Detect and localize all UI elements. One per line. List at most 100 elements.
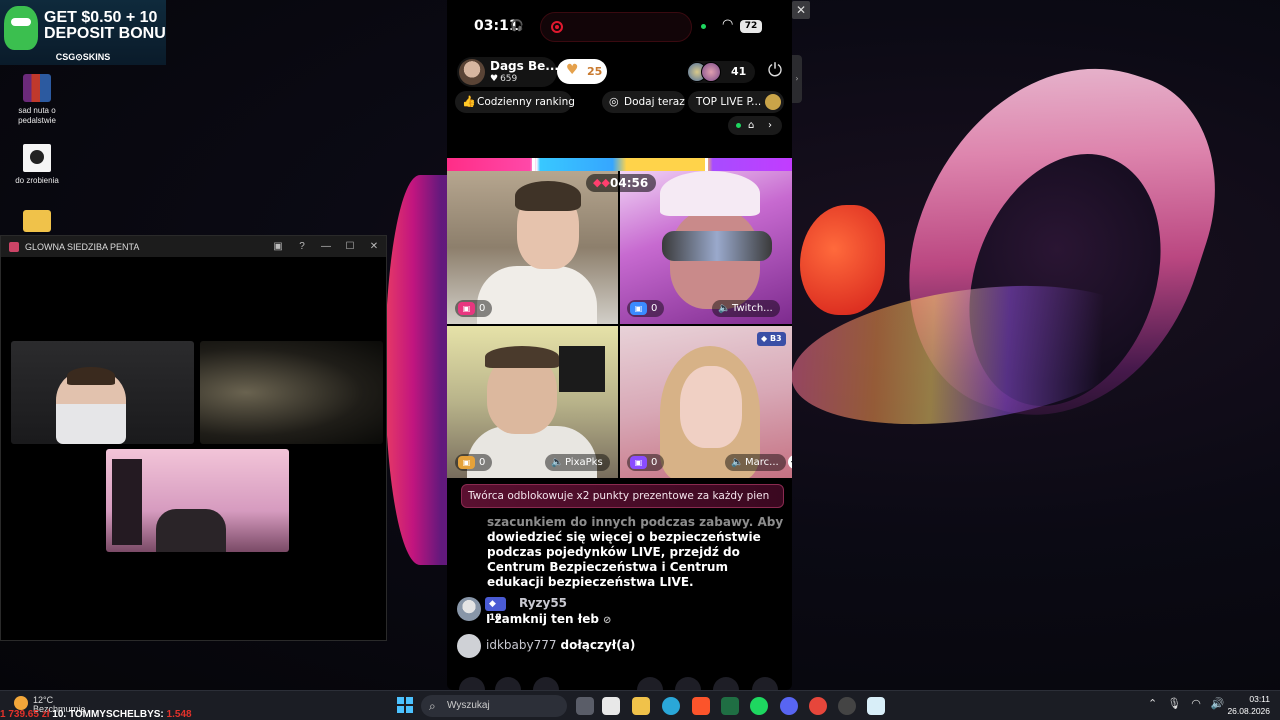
ticker-amount: 1 739.65 zł [0,709,50,720]
host-profile[interactable]: Dags Be... ♥ 659 [457,57,559,87]
mirror-side-handle[interactable]: › [792,55,802,103]
video-tile[interactable] [106,449,289,552]
start-button[interactable] [397,697,413,713]
avatar [457,597,481,621]
safety-notice: szacunkiem do innych podczas zabawy. Aby… [487,515,787,590]
spotify-icon[interactable] [750,697,768,715]
top-live-chip[interactable]: TOP LIVE P... [688,91,784,113]
toolbar-icon[interactable] [637,677,663,690]
desktop: GET $0.50 + 10 DEPOSIT BONU CSG⊙SKINS sa… [0,0,1280,690]
microphone-icon[interactable]: 🎙 [1167,698,1181,710]
excel-icon[interactable] [721,697,739,715]
gift-counter[interactable]: ▣ 0 [455,454,493,471]
participant-name: PixaPks [565,457,603,468]
edge-icon[interactable] [662,697,680,715]
participant-name: Twitch... [732,303,773,314]
gift-counter[interactable]: ▣ 0 [627,454,665,471]
follow-count: 25 [587,65,603,78]
power-icon[interactable]: ⏻ [765,61,785,81]
ad-banner[interactable]: GET $0.50 + 10 DEPOSIT BONU CSG⊙SKINS [0,0,166,65]
chrome-icon[interactable] [809,697,827,715]
taskbar: 12°C Bezchmurnie 1 739.65 zł 10. TOMMYSC… [0,690,1280,720]
gift-count: 0 [479,303,486,314]
more-options-pill[interactable]: ⌂ › [728,116,782,135]
clock-time: 03:11 [1249,694,1270,704]
system-tray[interactable]: ⌃ 🎙 ◠ 🔊 [1148,697,1235,710]
gift-counter[interactable]: ▣ 0 [455,300,493,317]
popout-icon[interactable]: ▣ [266,241,290,252]
speaker-icon: 🔈 [731,457,744,468]
gift-count: 0 [651,303,658,314]
status-bar: 03:11 🎧 ◠ 72 [447,12,792,42]
folder-icon [23,210,51,232]
video-tile[interactable] [11,341,194,444]
toolbar-icon[interactable] [533,677,559,690]
app-icon[interactable] [867,697,885,715]
heart-icon: ♥ [566,62,579,78]
eye-off-icon[interactable]: ⊘ [603,615,611,626]
maximize-button[interactable]: ☐ [338,241,362,252]
avatar [701,62,721,82]
phone-mirror: 03:11 🎧 ◠ 72 Dags Be... ♥ 659 ♥ 25 41 ⏻ 👍… [447,0,792,690]
system-clock[interactable]: 03:11 26.08.2026 [1226,693,1270,717]
toolbar-icon[interactable] [459,677,485,690]
join-text: idkbaby777 dołączył(a) [486,638,635,652]
file-app-icon[interactable] [602,697,620,715]
speaker-icon: 🔈 [551,457,564,468]
toolbar-icon[interactable] [495,677,521,690]
participant-name-tag[interactable]: 🔈Marc...+ [725,454,792,471]
record-icon [551,21,563,33]
chevron-up-icon[interactable]: ⌃ [1148,698,1157,710]
rank-value: B3 [769,334,782,343]
clock-date: 26.08.2026 [1227,706,1270,716]
timer-value: 04:56 [610,176,649,190]
obs-icon[interactable] [838,697,856,715]
participant-name-tag[interactable]: 🔈 PixaPks [545,454,610,471]
ad-headline-2: DEPOSIT BONU [44,25,166,42]
toolbar-icon[interactable] [713,677,739,690]
brave-icon[interactable] [692,697,710,715]
toolbar-icon[interactable] [675,677,701,690]
participant-video [67,367,115,385]
participant-name-tag[interactable]: 🔈 Twitch... [712,300,780,317]
participant-video [559,346,605,392]
wallpaper-shape [800,205,885,315]
window-title: GLOWNA SIEDZIBA PENTA [25,241,140,252]
daily-ranking-chip[interactable]: 👍 Codzienny ranking [455,91,575,113]
file-explorer-icon[interactable] [632,697,650,715]
help-icon[interactable]: ? [290,241,314,252]
sun-icon [14,696,28,710]
desktop-icon-folder[interactable] [0,210,74,236]
task-view-icon[interactable] [576,697,594,715]
comment-message: I zamknij ten łeb ⊘ [486,612,611,626]
volume-icon[interactable]: 🔊 [1211,698,1225,710]
close-button[interactable]: ✕ [362,241,386,252]
network-icon[interactable]: ◠ [1191,698,1201,710]
trophy-icon [765,94,781,110]
live-dot-icon [736,123,741,128]
taskbar-search[interactable]: ⌕ Wyszukaj [421,695,567,717]
promo-banner: Twórca odblokowuje x2 punkty prezentowe … [461,484,784,508]
participant-name: Marc... [745,457,779,468]
rank-badge: ◆ B3 [757,332,786,346]
gift-icon: ▣ [458,456,475,469]
desktop-icon-archive[interactable]: sad nuta o pedalstwie [0,74,74,126]
discord-icon[interactable] [780,697,798,715]
safety-notice-line: dowiedzieć się więcej o bezpieczeństwie … [487,530,761,589]
follow-button[interactable]: ♥ 25 [557,59,607,84]
mascot-icon [4,6,38,50]
battle-score-bar [447,158,792,171]
viewer-list[interactable]: 41 [687,61,755,83]
mirror-close-button[interactable]: ✕ [792,1,810,19]
toolbar-icon[interactable] [752,677,778,690]
bottom-toolbar [447,675,792,690]
avatar [457,634,481,658]
desktop-icon-video[interactable]: do zrobienia [0,144,74,186]
minimize-button[interactable]: — [314,241,338,252]
participant-video [485,346,559,368]
add-now-chip[interactable]: ◎ Dodaj teraz [602,91,685,113]
dynamic-island [540,12,692,42]
participant-video [662,231,772,261]
video-tile[interactable] [200,341,383,444]
gift-counter[interactable]: ▣ 0 [627,300,665,317]
